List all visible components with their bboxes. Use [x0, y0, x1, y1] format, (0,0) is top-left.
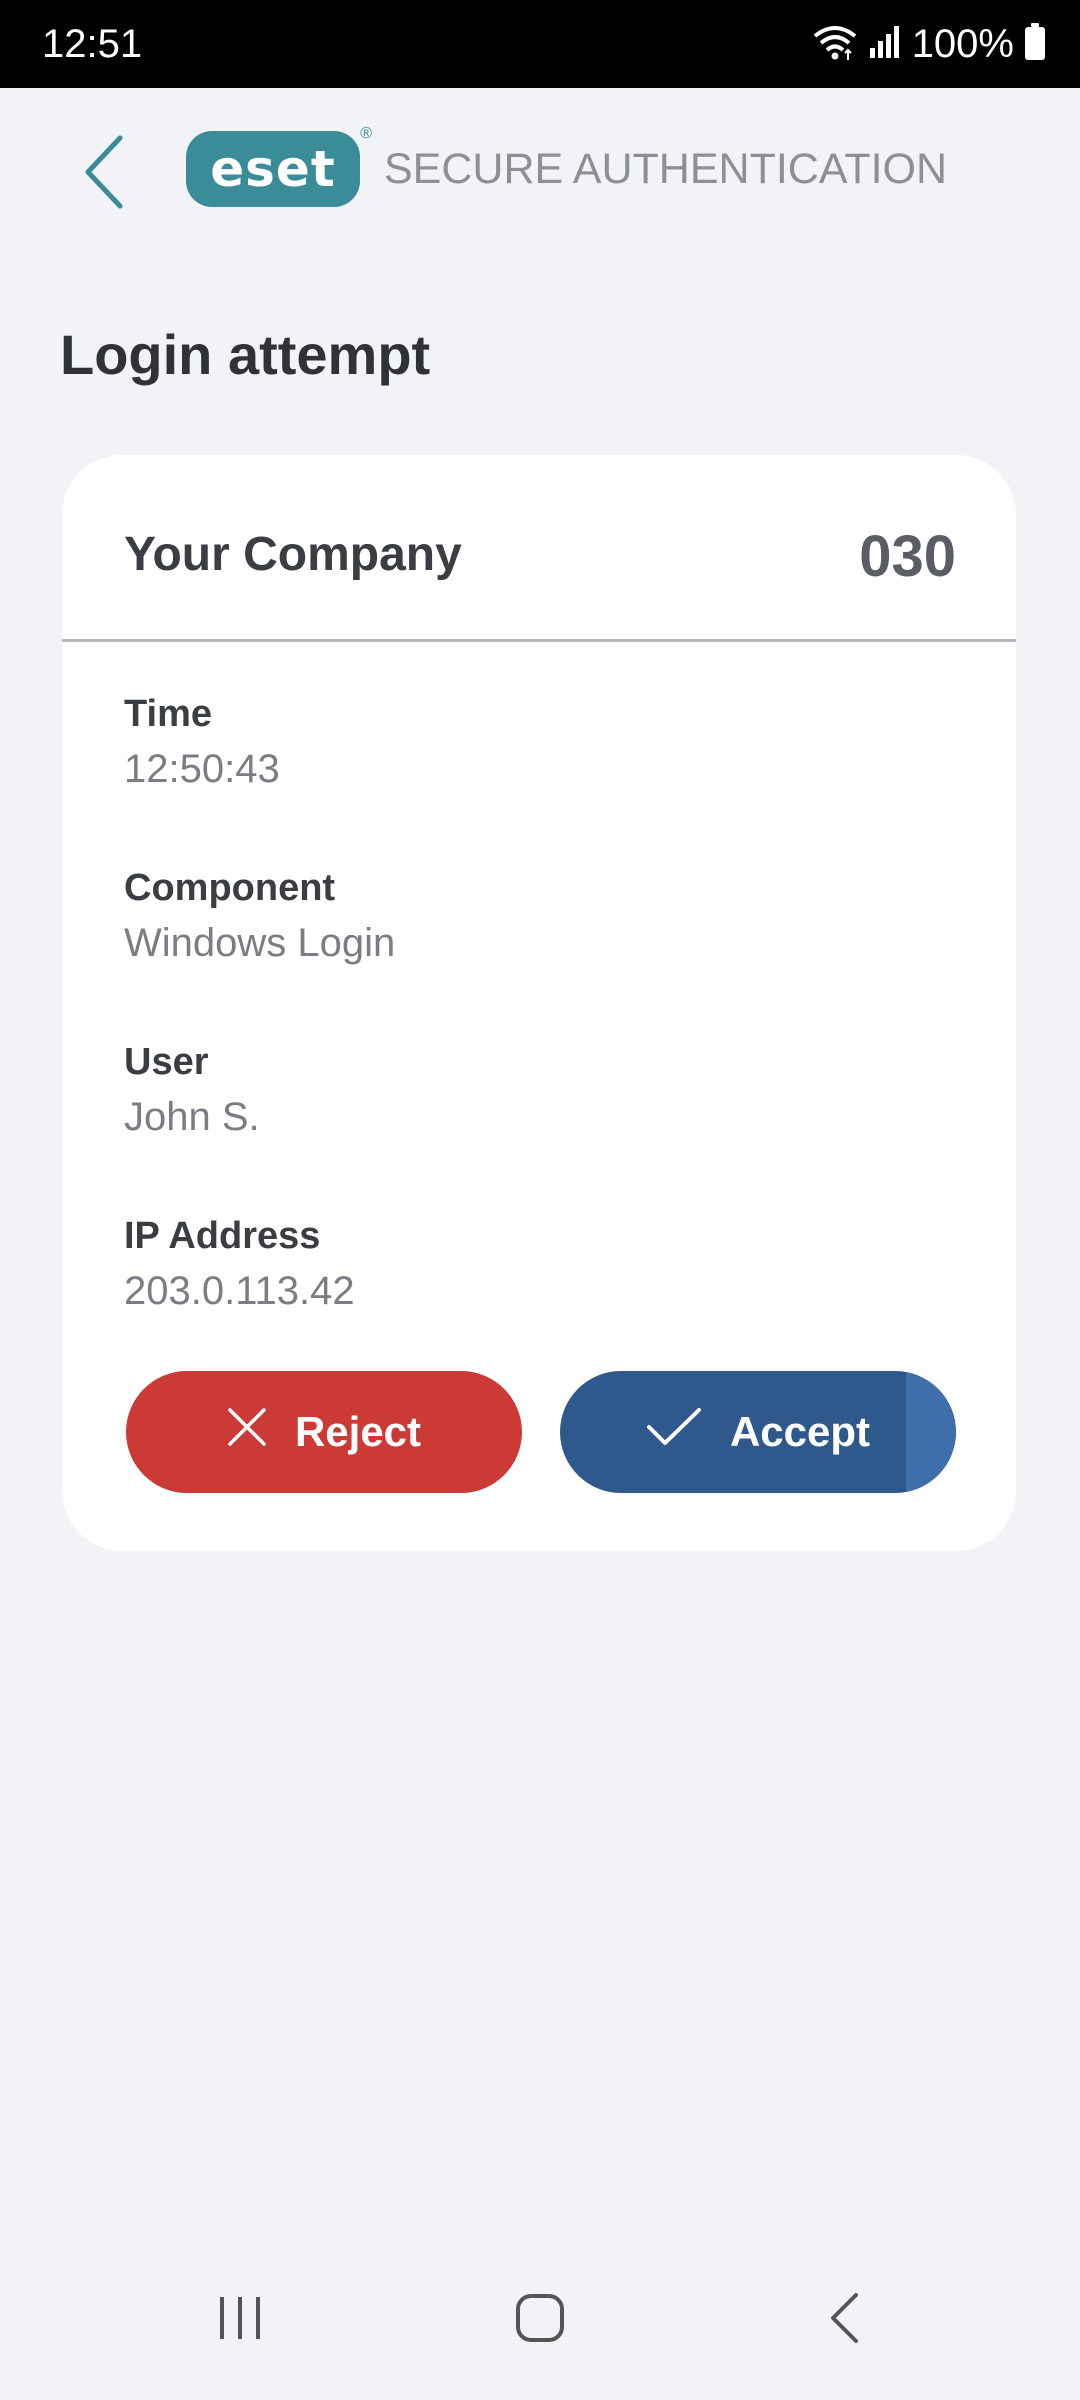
recents-icon: [216, 2295, 264, 2346]
reject-button[interactable]: Reject: [126, 1371, 522, 1493]
nav-back-button[interactable]: [764, 2240, 924, 2400]
system-navbar: [0, 2240, 1080, 2400]
battery-percentage: 100%: [911, 22, 1014, 66]
card-header: Your Company 030: [62, 455, 1016, 642]
back-button[interactable]: [64, 126, 144, 222]
chevron-left-icon: [82, 134, 126, 215]
reject-label: Reject: [294, 1408, 422, 1455]
checkmark-icon: [646, 1407, 702, 1457]
field-value: John S.: [124, 1095, 260, 1139]
status-icons: 100%: [812, 0, 1046, 88]
signal-icon: [868, 24, 902, 65]
field-value: Windows Login: [124, 921, 396, 965]
company-name: Your Company: [124, 528, 462, 581]
back-icon: [828, 2292, 860, 2349]
verification-code: 030: [859, 524, 956, 589]
accept-button[interactable]: Accept: [560, 1371, 956, 1493]
field-component: Component Windows Login: [124, 865, 395, 971]
field-value: 12:50:43: [124, 747, 280, 791]
accept-label: Accept: [729, 1408, 871, 1455]
field-label: Component: [124, 867, 336, 909]
eset-logo: eset ®: [186, 125, 372, 207]
field-label: Time: [124, 693, 213, 735]
wifi-icon: [812, 22, 858, 67]
app-title: SECURE AUTHENTICATION: [384, 144, 948, 193]
brand: eset ® SECURE AUTHENTICATION: [186, 125, 948, 210]
field-label: User: [124, 1041, 209, 1083]
field-label: IP Address: [124, 1215, 321, 1257]
close-icon: [227, 1407, 267, 1457]
status-time: 12:51: [42, 22, 143, 66]
status-bar: 12:51 100%: [0, 0, 1080, 88]
accept-slide-edge: [906, 1371, 956, 1493]
field-user: User John S.: [124, 1039, 260, 1145]
home-button[interactable]: [460, 2240, 620, 2400]
home-icon: [515, 2293, 565, 2348]
login-attempt-card: Your Company 030 Time 12:50:43 Component…: [62, 455, 1016, 1551]
field-time: Time 12:50:43: [124, 691, 280, 797]
recents-button[interactable]: [160, 2240, 320, 2400]
page-title: Login attempt: [60, 323, 431, 386]
field-ip-address: IP Address 203.0.113.42: [124, 1213, 355, 1319]
battery-icon: [1024, 22, 1046, 66]
field-value: 203.0.113.42: [124, 1269, 355, 1313]
